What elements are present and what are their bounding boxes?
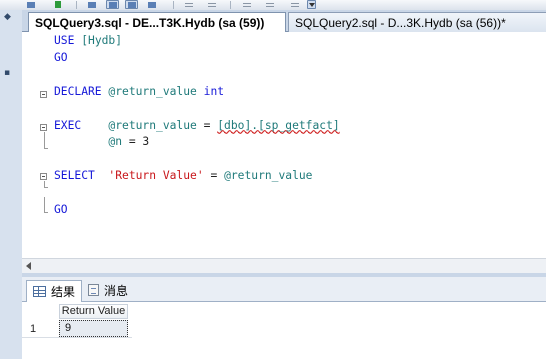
code-token: USE — [54, 34, 82, 47]
specify-values-icon[interactable] — [288, 0, 302, 9]
code-token: @return_value — [224, 169, 313, 183]
scroll-left-icon[interactable] — [26, 262, 31, 270]
row-gridline — [22, 337, 132, 338]
code-line[interactable]: SELECT 'Return Value' = @return_value — [54, 169, 312, 183]
code-line[interactable]: GO — [54, 203, 68, 217]
code-token: EXEC — [54, 118, 109, 132]
results-grid-icon — [33, 286, 46, 297]
increase-indent-icon[interactable] — [264, 0, 276, 9]
outline-end — [44, 148, 48, 149]
code-token: GO — [54, 50, 68, 64]
toolbar-dropdown-icon[interactable] — [307, 0, 316, 9]
messages-icon — [88, 284, 99, 296]
code-token: 'Return Value' — [108, 169, 211, 183]
toolbar-separator — [172, 0, 174, 9]
row-number[interactable]: 1 — [30, 321, 50, 337]
code-token: int — [203, 84, 225, 98]
code-line[interactable]: @n = 3 — [54, 135, 149, 149]
horizontal-scrollbar[interactable] — [22, 258, 546, 273]
toolbar-separator — [229, 0, 231, 9]
code-token: [dbo].[sp_getfact] — [217, 118, 340, 132]
comment-icon[interactable] — [183, 0, 195, 9]
results-to-file-icon[interactable] — [125, 0, 138, 9]
code-line[interactable]: USE [Hydb] — [54, 34, 122, 48]
code-token: = 3 — [128, 135, 150, 149]
code-line[interactable]: DECLARE @return_value int — [54, 85, 224, 99]
results-grid[interactable]: Return Value 1 9 — [22, 302, 546, 359]
results-to-text-icon[interactable] — [86, 0, 98, 9]
code-token: [Hydb] — [81, 34, 123, 47]
code-token: @n — [108, 135, 129, 149]
code-line[interactable]: GO — [54, 51, 68, 65]
results-tab-strip: 结果 消息 — [22, 277, 546, 302]
outline-line — [44, 132, 45, 148]
dock-tab-icon[interactable]: ▪ — [4, 68, 10, 78]
collapse-declare-icon[interactable] — [40, 91, 47, 98]
outline-end — [44, 187, 48, 188]
show-plan-icon[interactable] — [146, 0, 158, 9]
outline-end — [44, 212, 48, 213]
column-header-return-value[interactable]: Return Value — [59, 304, 128, 319]
pin-icon[interactable]: ◆ — [4, 12, 11, 22]
code-token: = — [210, 169, 225, 183]
tab-results-label: 结果 — [51, 285, 76, 299]
code-line[interactable]: EXEC @return_value = [dbo].[sp_getfact] — [54, 119, 340, 133]
execute-icon[interactable] — [52, 0, 64, 9]
code-token: = — [203, 118, 218, 132]
decrease-indent-icon[interactable] — [241, 0, 253, 9]
tab-sqlquery2[interactable]: SQLQuery2.sql - D...3K.Hydb (sa (56))* — [288, 12, 546, 32]
result-cell[interactable]: 9 — [59, 320, 128, 337]
document-tab-strip: SQLQuery3.sql - DE...T3K.Hydb (sa (59)) … — [22, 10, 546, 33]
tab-messages[interactable]: 消息 — [82, 280, 134, 302]
save-icon[interactable] — [25, 0, 37, 9]
results-to-grid-icon[interactable] — [106, 0, 119, 9]
query-editor[interactable]: USE [Hydb] GO DECLARE @return_value int EXE… — [22, 32, 546, 258]
left-dock-strip: ◆ ▪ — [0, 10, 23, 359]
tab-sqlquery3[interactable]: SQLQuery3.sql - DE...T3K.Hydb (sa (59)) — [28, 12, 286, 33]
tab-results[interactable]: 结果 — [26, 280, 83, 302]
code-token: DECLARE — [54, 84, 109, 98]
toolbar-separator — [75, 0, 77, 9]
code-token: @return_value — [108, 84, 204, 98]
outline-line — [44, 197, 45, 212]
code-token: @return_value — [108, 118, 204, 132]
tab-messages-label: 消息 — [104, 284, 129, 298]
code-token: GO — [54, 203, 68, 216]
collapse-exec-icon[interactable] — [40, 124, 47, 131]
code-token: SELECT — [54, 169, 109, 183]
uncomment-icon[interactable] — [206, 0, 218, 9]
collapse-select-icon[interactable] — [40, 173, 47, 180]
